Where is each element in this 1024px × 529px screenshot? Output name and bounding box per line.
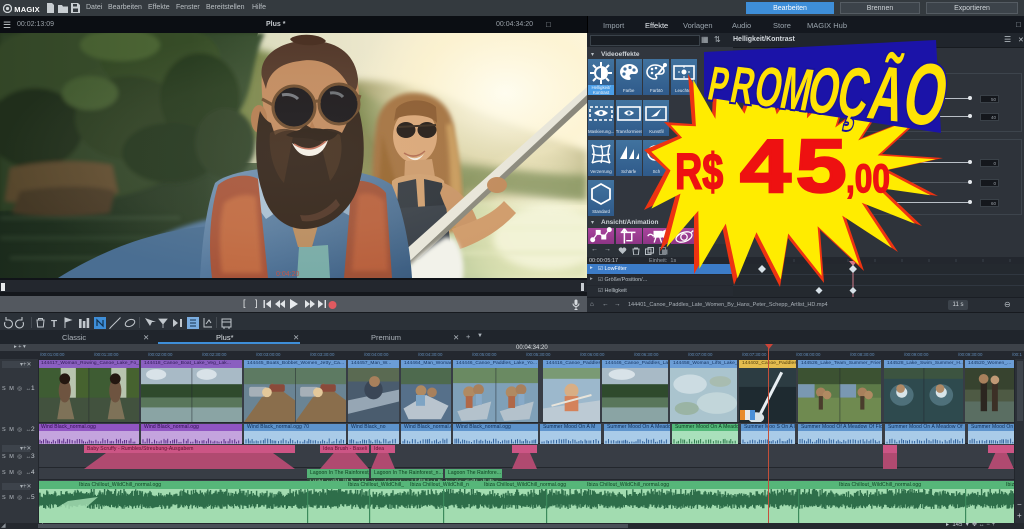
svg-text:T: T bbox=[51, 319, 57, 329]
svg-text:45: 45 bbox=[740, 124, 852, 208]
svg-text:0:04:20: 0:04:20 bbox=[276, 271, 299, 278]
svg-text:,00: ,00 bbox=[846, 155, 890, 200]
svg-text:R$: R$ bbox=[675, 142, 723, 200]
